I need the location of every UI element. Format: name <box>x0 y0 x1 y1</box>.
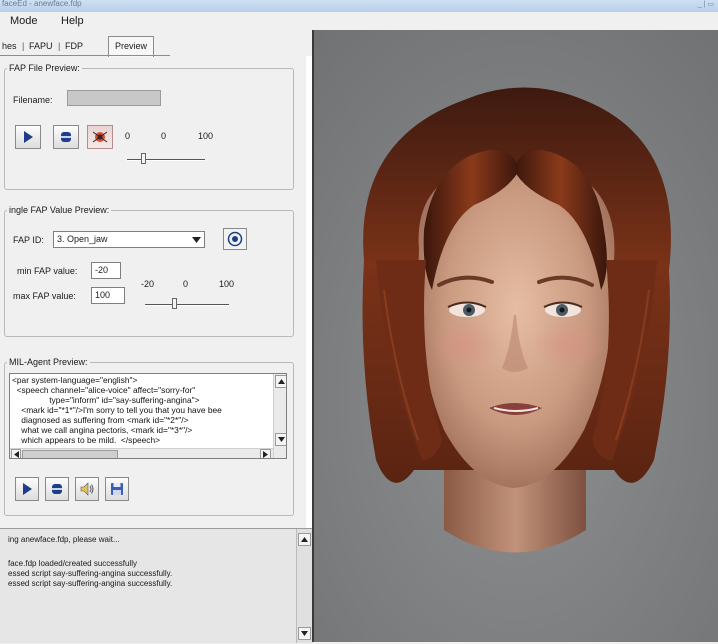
arrow-down-icon <box>301 631 308 636</box>
arrow-up-icon <box>278 379 285 384</box>
single-fap-slider-thumb[interactable] <box>172 298 178 309</box>
play-fap-button[interactable] <box>15 125 41 149</box>
save-icon <box>111 483 123 495</box>
speaker-icon <box>80 482 94 496</box>
scroll-left-button[interactable] <box>11 449 21 458</box>
menu-help[interactable]: Help <box>61 12 84 30</box>
apml-script-textarea[interactable]: <par system-language="english"> <speech … <box>9 373 287 459</box>
scroll-right-button[interactable] <box>260 449 271 458</box>
apml-preview-title: MIL-Agent Preview: <box>7 357 90 367</box>
apml-line-3: type="inform" id="say-suffering-angina"> <box>12 395 200 405</box>
fap-file-slider-track <box>127 159 205 161</box>
tab-meshes[interactable]: hes <box>2 38 17 54</box>
apml-audio-button[interactable] <box>75 477 99 501</box>
apml-play-button[interactable] <box>15 477 39 501</box>
tab-preview[interactable]: Preview <box>108 36 155 57</box>
face-fap-button[interactable] <box>87 125 113 149</box>
face-3d-viewport[interactable] <box>312 30 718 642</box>
tab-bar: hes | FAPU | FDP Preview <box>0 36 312 57</box>
single-fap-title: ingle FAP Value Preview: <box>7 205 112 215</box>
apml-line-2: <speech channel="alice-voice" affect="so… <box>12 385 196 395</box>
fap-scale-min: 0 <box>125 131 131 141</box>
apml-vertical-scrollbar[interactable] <box>273 374 286 458</box>
fap-file-preview-title: FAP File Preview: <box>7 63 82 73</box>
min-fap-label: min FAP value: <box>17 266 78 276</box>
target-icon <box>227 231 243 247</box>
arrow-up-icon <box>301 537 308 542</box>
fap-file-preview-group: FAP File Preview: Filename: 0 0 100 <box>4 63 294 190</box>
scroll-up-button[interactable] <box>275 375 286 388</box>
fap-id-select[interactable]: 3. Open_jaw <box>53 231 205 248</box>
apml-line-7: which appears to be mild. </speech> <box>12 435 161 445</box>
single-scale-min: -20 <box>141 279 155 289</box>
stop-icon <box>52 484 62 494</box>
menu-mode[interactable]: Mode <box>10 12 38 30</box>
play-icon <box>24 131 33 143</box>
log-scroll-up-button[interactable] <box>298 533 311 546</box>
apml-stop-button[interactable] <box>45 477 69 501</box>
log-line-5: essed script say-suffering-angina succes… <box>8 579 173 588</box>
window-title: faceEd - anewface.fdp <box>2 0 82 8</box>
stop-icon <box>61 132 71 142</box>
apml-preview-group: MIL-Agent Preview: <par system-language=… <box>4 357 294 516</box>
max-fap-input[interactable]: 100 <box>91 287 125 304</box>
log-scroll-down-button[interactable] <box>298 627 311 640</box>
apml-line-6: what we call angina pectoris, <mark id="… <box>12 425 193 435</box>
title-bar: faceEd - anewface.fdp _ | ▭ <box>0 0 718 12</box>
arrow-down-icon <box>278 437 285 442</box>
fap-scale-mid: 0 <box>161 131 167 141</box>
play-icon <box>23 483 32 495</box>
apml-line-5: diagnosed as suffering from <mark id="*2… <box>12 415 189 425</box>
stop-fap-button[interactable] <box>53 125 79 149</box>
window-controls[interactable]: _ | ▭ <box>698 0 714 11</box>
fap-id-label: FAP ID: <box>13 235 44 245</box>
log-line-3: face.fdp loaded/created successfully <box>8 559 137 568</box>
log-line-4: essed script say-suffering-angina succes… <box>8 569 173 578</box>
log-panel: ing anewface.fdp, please wait... face.fd… <box>0 528 312 643</box>
apml-line-4: <mark id="*1*"/>I'm sorry to tell you th… <box>12 405 222 415</box>
tab-fdp[interactable]: FDP <box>65 38 83 54</box>
fap-scale-max: 100 <box>198 131 214 141</box>
menu-bar: Mode Help <box>0 12 312 30</box>
fap-file-slider-thumb[interactable] <box>140 153 146 164</box>
single-scale-max: 100 <box>219 279 235 289</box>
min-fap-input[interactable]: -20 <box>91 262 121 279</box>
face-animation-icon <box>92 131 108 143</box>
apml-line-1: <par system-language="english"> <box>12 375 138 385</box>
log-scrollbar[interactable] <box>296 529 312 643</box>
arrow-left-icon <box>13 451 19 458</box>
horizontal-scroll-thumb[interactable] <box>22 450 118 458</box>
filename-field[interactable] <box>67 90 161 106</box>
tab-fapu[interactable]: FAPU <box>29 38 53 54</box>
fap-target-button[interactable] <box>223 228 247 250</box>
filename-label: Filename: <box>13 95 53 105</box>
max-fap-label: max FAP value: <box>13 291 76 301</box>
scroll-down-button[interactable] <box>275 433 286 446</box>
chevron-down-icon <box>189 232 204 247</box>
apml-save-button[interactable] <box>105 477 129 501</box>
single-scale-mid: 0 <box>183 279 189 289</box>
single-fap-group: ingle FAP Value Preview: FAP ID: 3. Open… <box>4 205 294 337</box>
single-fap-slider-track <box>145 304 229 306</box>
arrow-right-icon <box>263 451 268 458</box>
face-avatar-render <box>314 30 718 642</box>
tab-divider <box>0 55 170 56</box>
fap-id-value: 3. Open_jaw <box>57 234 108 244</box>
log-line-1: ing anewface.fdp, please wait... <box>8 535 120 544</box>
apml-horizontal-scrollbar[interactable] <box>10 448 273 458</box>
